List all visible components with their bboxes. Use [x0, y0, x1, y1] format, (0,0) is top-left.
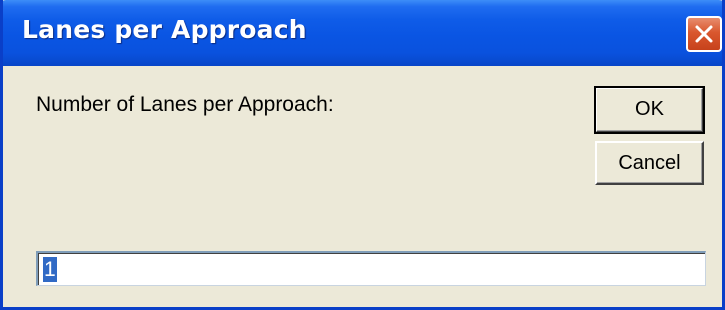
ok-button[interactable]: OK — [594, 86, 705, 134]
dialog-title: Lanes per Approach — [22, 15, 307, 44]
title-bar[interactable]: Lanes per Approach — [3, 0, 722, 66]
lanes-input-value: 1 — [43, 257, 57, 282]
close-button[interactable] — [686, 16, 722, 52]
dialog-window: Lanes per Approach Number of Lanes per A… — [0, 0, 725, 310]
cancel-button[interactable]: Cancel — [595, 141, 704, 185]
prompt-label: Number of Lanes per Approach: — [36, 93, 334, 116]
lanes-input[interactable]: 1 — [36, 251, 706, 286]
close-icon — [695, 25, 713, 43]
